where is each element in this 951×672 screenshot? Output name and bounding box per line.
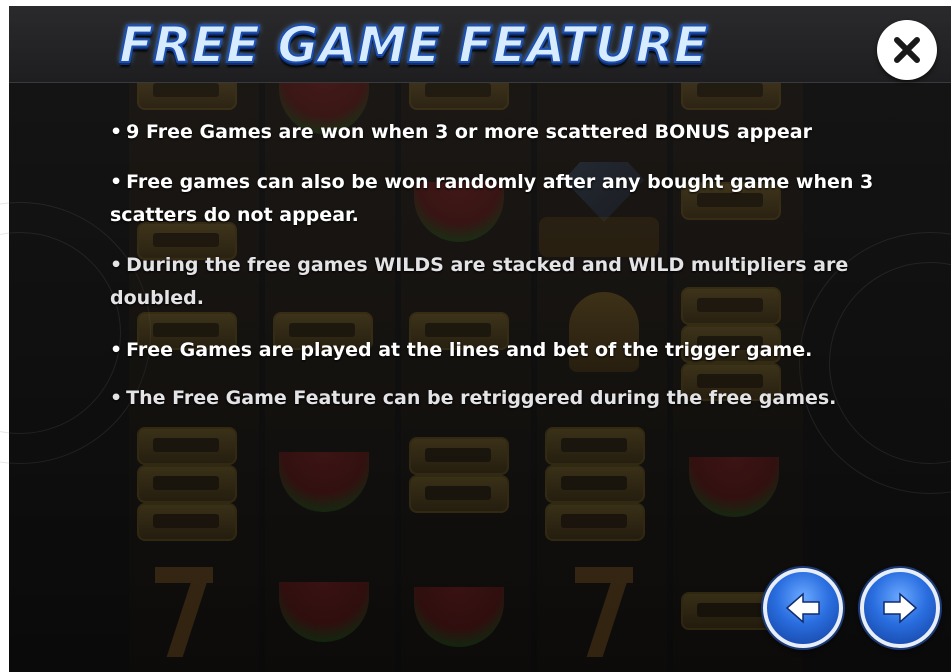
arrow-right-icon — [883, 592, 918, 624]
bar-symbol — [409, 437, 509, 475]
paytable-screen: Free Game Feature • 9 Free Games are won … — [0, 0, 951, 672]
rule-text: Free games can also be won randomly afte… — [110, 171, 874, 226]
bullet: • — [110, 387, 123, 409]
rule-item: • The Free Game Feature can be retriggere… — [110, 382, 880, 415]
bar-symbol — [545, 427, 645, 465]
next-page-button[interactable] — [860, 568, 940, 648]
arrow-left-icon — [785, 592, 820, 624]
bar-symbol — [409, 475, 509, 513]
close-button[interactable] — [877, 20, 937, 80]
seven-symbol — [149, 567, 219, 657]
rule-item: • Free Games are played at the lines and … — [110, 334, 880, 367]
bullet: • — [110, 121, 123, 143]
bullet: • — [110, 339, 123, 361]
rule-text: 9 Free Games are won when 3 or more scat… — [126, 121, 812, 143]
header-bar: Free Game Feature — [9, 6, 951, 83]
rule-item: • Free games can also be won randomly aft… — [110, 166, 880, 232]
bar-symbol — [137, 427, 237, 465]
page-title: Free Game Feature — [118, 15, 709, 75]
bar-symbol — [545, 465, 645, 503]
close-icon — [894, 37, 920, 63]
rule-item: • During the free games WILDS are stacked… — [110, 249, 880, 315]
seven-symbol — [569, 567, 639, 657]
bullet: • — [110, 171, 123, 193]
rule-text: The Free Game Feature can be retriggered… — [126, 387, 837, 409]
rule-text: Free Games are played at the lines and b… — [126, 339, 813, 361]
bar-symbol — [545, 503, 645, 541]
previous-page-button[interactable] — [763, 568, 843, 648]
bar-symbol — [137, 503, 237, 541]
rule-item: • 9 Free Games are won when 3 or more sca… — [110, 116, 880, 149]
bullet: • — [110, 254, 123, 276]
bar-symbol — [137, 465, 237, 503]
rule-text: During the free games WILDS are stacked … — [110, 254, 849, 309]
